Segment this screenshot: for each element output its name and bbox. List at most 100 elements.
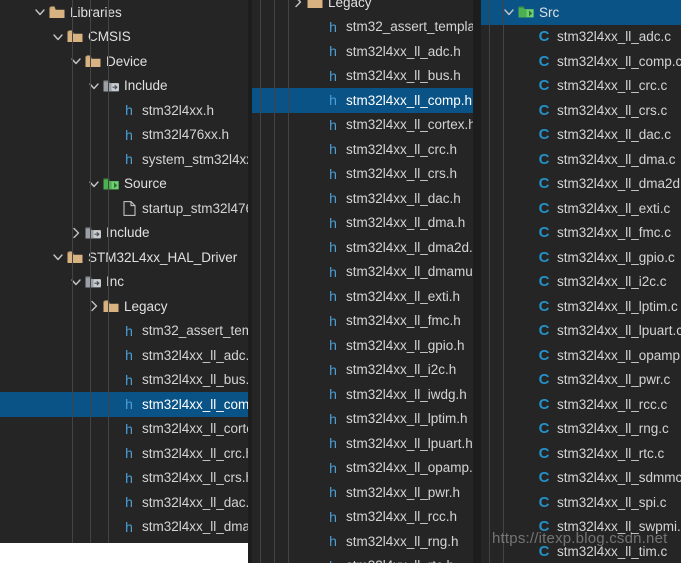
tree-item-file[interactable]: h stm32l4xx_ll_rng.h [252,529,473,554]
tree-item-file[interactable]: h stm32l4xx_ll_dma.h [252,211,473,236]
folder-include-icon [102,78,120,94]
tree-item-file[interactable]: Cstm32l4xx_ll_fmc.c [481,221,681,246]
tree-item-folder[interactable]: Include [0,74,248,99]
tree-item-file[interactable]: h stm32l4xx_ll_opamp.h [252,456,473,481]
tree-item-file[interactable]: h stm32l4xx_ll_dac.h [0,490,248,515]
tree-item-file[interactable]: h stm32l4xx_ll_crc.h [0,441,248,466]
chevron-down-icon[interactable] [86,78,102,94]
tree-item-file[interactable]: h stm32_assert_template.h [252,15,473,40]
explorer-panel-mid[interactable]: Legacyhstm32_assert_template.hhstm32l4xx… [252,0,473,563]
explorer-panel-right[interactable]: Src Cstm32l4xx_ll_adc.c Cstm32l4xx_ll_comp… [481,0,681,563]
tree-item-folder[interactable]: Device [0,49,248,74]
chevron-down-icon[interactable] [68,53,84,69]
tree-item-file[interactable]: Cstm32l4xx_ll_pwr.c [481,368,681,393]
tree-item-file[interactable]: h stm32l4xx_ll_comp.h [252,88,473,113]
tree-item-label: Include [124,78,168,94]
tree-item-file[interactable]: h stm32l4xx_ll_crs.h [252,162,473,187]
tree-item-file[interactable]: h system_stm32l4xx.h [0,147,248,172]
tree-item-file[interactable]: h stm32l4xx_ll_i2c.h [252,358,473,383]
tree-item-file[interactable]: Cstm32l4xx_ll_sdmmc.c [481,466,681,491]
tree-item-folder[interactable]: Libraries [0,0,248,25]
tree-item-file[interactable]: Cstm32l4xx_ll_adc.c [481,25,681,50]
tree-item-file[interactable]: h stm32l4xx_ll_lpuart.h [252,431,473,456]
tree-item-label: stm32l4xx_ll_adc.h [346,43,461,59]
tree-item-folder[interactable]: Legacy [0,294,248,319]
tree-item-file[interactable]: Cstm32l4xx_ll_gpio.c [481,245,681,270]
tree-item-folder[interactable]: Legacy [252,0,473,15]
tree-item-file[interactable]: h stm32l4xx_ll_crs.h [0,466,248,491]
tree-item-file[interactable]: h stm32l4xx_ll_pwr.h [252,480,473,505]
tree-item-file[interactable]: h stm32l4xx_ll_cortex.h [252,113,473,138]
tree-item-file[interactable]: h stm32l4xx_ll_fmc.h [252,309,473,334]
tree-item-file[interactable]: Cstm32l4xx_ll_tim.c [481,539,681,563]
tree-item-file[interactable]: Cstm32l4xx_ll_opamp.c [481,343,681,368]
tree-item-file[interactable]: h stm32l4xx_ll_bus.h [252,64,473,89]
c-file-icon: C [538,248,550,266]
tree-item-file[interactable]: Cstm32l4xx_ll_dac.c [481,123,681,148]
tree-item-file[interactable]: Cstm32l4xx_ll_rng.c [481,417,681,442]
tree-item-file[interactable]: h stm32l4xx_ll_lptim.h [252,407,473,432]
c-file-icon: C [538,444,550,462]
tree-item-label: stm32l4xx_ll_dmamux.h [346,264,473,280]
tree-item-file[interactable]: h stm32l4xx.h [0,98,248,123]
tree-item-file[interactable]: h stm32l4xx_ll_comp.h [0,392,248,417]
tree-item-folder[interactable]: STM32L4xx_HAL_Driver [0,245,248,270]
tree-item-label: stm32l4xx_ll_iwdg.h [346,386,467,402]
tree-item-file[interactable]: h stm32l4xx_ll_crc.h [252,137,473,162]
tree-item-folder[interactable]: CMSIS [0,25,248,50]
chevron-down-icon[interactable] [501,4,517,20]
tree-item-file[interactable]: h stm32l4xx_ll_dma2d.h [252,235,473,260]
chevron-down-icon[interactable] [86,176,102,192]
tree-item-file[interactable]: Cstm32l4xx_ll_swpmi.c [481,515,681,540]
tree-item-file[interactable]: Cstm32l4xx_ll_spi.c [481,490,681,515]
tree-item-file[interactable]: Cstm32l4xx_ll_exti.c [481,196,681,221]
tree-item-folder[interactable]: Source [0,172,248,197]
c-file-icon: C [538,371,550,389]
tree-item-file[interactable]: h stm32l4xx_ll_dmamux.h [252,260,473,285]
tree-item-folder[interactable]: Inc [0,270,248,295]
tree-item-file[interactable]: h stm32l4xx_ll_iwdg.h [252,382,473,407]
tree-item-file[interactable]: h stm32l4xx_ll_bus.h [0,368,248,393]
tree-item-file[interactable]: h stm32l4xx_ll_dac.h [252,186,473,211]
tree-item-folder[interactable]: Include [0,221,248,246]
tree-item-file[interactable]: h stm32l4xx_ll_cortex.h [0,417,248,442]
tree-item-file[interactable]: h stm32l4xx_ll_exti.h [252,284,473,309]
tree-item-file[interactable]: h stm32l4xx_ll_adc.h [0,343,248,368]
tree-item-file[interactable]: h stm32_assert_template.h [0,319,248,344]
tree-item-file[interactable]: Cstm32l4xx_ll_dma.c [481,147,681,172]
tree-item-file[interactable]: Cstm32l4xx_ll_lpuart.c [481,319,681,344]
chevron-right-icon[interactable] [290,0,306,10]
tree-item-file[interactable]: Cstm32l4xx_ll_rcc.c [481,392,681,417]
tree-item-file[interactable]: Cstm32l4xx_ll_crs.c [481,98,681,123]
folder-icon [102,298,120,314]
tree-item-file[interactable]: h stm32l476xx.h [0,123,248,148]
tree-item-file[interactable]: startup_stm32l476xx.s [0,196,248,221]
project-tree-inc-headers[interactable]: Legacyhstm32_assert_template.hhstm32l4xx… [252,0,473,563]
tree-item-folder[interactable]: Src [481,0,681,25]
tree-item-file[interactable]: h stm32l4xx_ll_dma.h [0,515,248,540]
chevron-down-icon[interactable] [68,274,84,290]
tree-item-file[interactable]: Cstm32l4xx_ll_lptim.c [481,294,681,319]
tree-item-label: stm32l4xx_ll_dma2d.c [557,176,681,192]
h-file-icon: h [329,263,337,280]
tree-item-file[interactable]: Cstm32l4xx_ll_dma2d.c [481,172,681,197]
chevron-down-icon[interactable] [50,249,66,265]
chevron-down-icon[interactable] [50,29,66,45]
tree-item-file[interactable]: h stm32l4xx_ll_adc.h [252,39,473,64]
tree-item-file[interactable]: h stm32l4xx_ll_rcc.h [252,505,473,530]
tree-item-file[interactable]: Cstm32l4xx_ll_rtc.c [481,441,681,466]
tree-item-file[interactable]: Cstm32l4xx_ll_crc.c [481,74,681,99]
explorer-panel-left[interactable]: Libraries CMSIS Device Include h stm32l4xx.h h… [0,0,248,563]
project-tree-libraries[interactable]: Libraries CMSIS Device Include h stm32l4xx.h h… [0,0,248,563]
tree-item-file[interactable]: Cstm32l4xx_ll_comp.c [481,49,681,74]
tree-item-file[interactable]: Cstm32l4xx_ll_i2c.c [481,270,681,295]
chevron-right-icon[interactable] [86,298,102,314]
chevron-down-icon[interactable] [32,4,48,20]
chevron-right-icon[interactable] [68,225,84,241]
tree-item-file[interactable]: h stm32l4xx_ll_rtc.h [252,554,473,563]
project-tree-src-sources[interactable]: Src Cstm32l4xx_ll_adc.c Cstm32l4xx_ll_comp… [481,0,681,563]
tree-item-file[interactable]: h stm32l4xx_ll_gpio.h [252,333,473,358]
tree-item-label: stm32l4xx_ll_sdmmc.c [557,470,681,486]
